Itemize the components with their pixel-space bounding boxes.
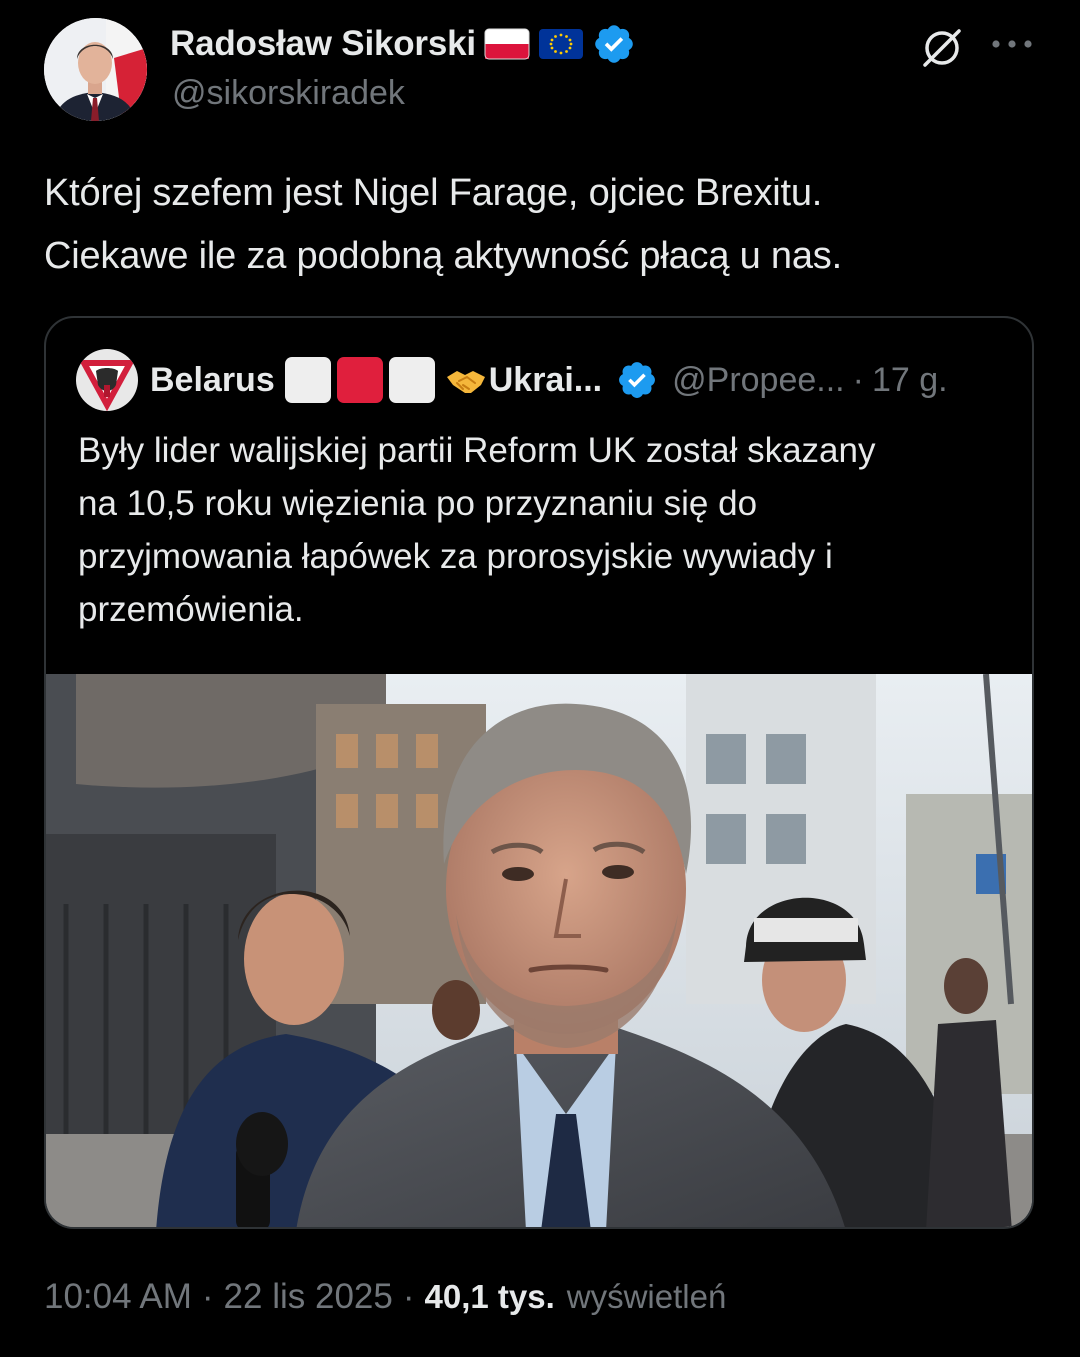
eu-flag-icon: [538, 29, 583, 59]
views-count[interactable]: 40,1 tys.: [425, 1278, 555, 1316]
author-name[interactable]: Radosław Sikorski: [170, 24, 476, 64]
poland-flag-icon: [484, 28, 530, 60]
verified-badge-icon[interactable]: [592, 22, 636, 66]
white-square-emoji: [284, 357, 331, 403]
quoted-author-handle[interactable]: @Propee...: [672, 361, 845, 400]
quoted-tweet-photo[interactable]: [46, 674, 1034, 1229]
quoted-tweet-card[interactable]: Belarus Ukrai... @Propee... · 17 g. Były…: [44, 316, 1034, 1229]
tweet-meta-row: 10:04 AM · 22 lis 2025 · 40,1 tys. wyświ…: [44, 1272, 726, 1322]
views-label: wyświetleń: [566, 1278, 727, 1315]
quoted-author-name-suffix[interactable]: Ukrai...: [489, 361, 602, 400]
author-name-row: Radosław Sikorski: [170, 20, 636, 68]
author-avatar-image: [44, 18, 147, 121]
tweet-text: Której szefem jest Nigel Farage, ojciec …: [44, 172, 842, 277]
handshake-icon: [446, 371, 485, 393]
tweet-time[interactable]: 10:04 AM: [44, 1277, 192, 1317]
white-square-emoji: [388, 357, 435, 403]
author-handle[interactable]: @sikorskiradek: [172, 74, 405, 113]
separator-dot: ·: [852, 360, 864, 399]
quoted-avatar-image: [76, 349, 138, 411]
author-avatar[interactable]: [44, 18, 147, 121]
quoted-author-name[interactable]: Belarus: [150, 361, 275, 400]
verified-badge-icon[interactable]: [616, 359, 658, 401]
more-icon[interactable]: [990, 36, 1034, 52]
quoted-tweet-time[interactable]: 17 g.: [872, 361, 948, 400]
red-square-emoji: [336, 357, 383, 403]
quoted-author-avatar[interactable]: [76, 349, 138, 411]
quoted-tweet-text: Były lider walijskiej partii Reform UK z…: [78, 431, 876, 629]
separator-dot: ·: [201, 1277, 214, 1316]
quoted-tweet-header: Belarus Ukrai... @Propee... · 17 g.: [76, 348, 948, 412]
grok-icon[interactable]: [918, 24, 966, 72]
separator-dot: ·: [402, 1277, 415, 1316]
tweet-date[interactable]: 22 lis 2025: [224, 1277, 393, 1317]
